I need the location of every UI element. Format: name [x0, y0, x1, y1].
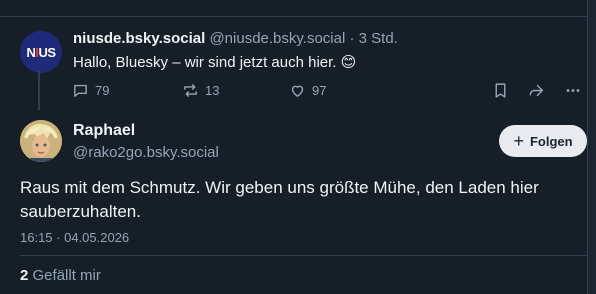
- reply-timestamp[interactable]: 16:15 · 04.05.2026: [20, 230, 129, 245]
- likes-stat[interactable]: 2 Gefällt mir: [20, 267, 101, 284]
- reply-author-name[interactable]: Raphael: [73, 122, 135, 140]
- post-header: niusde.bsky.social @niusde.bsky.social ·…: [73, 30, 398, 47]
- repost-button[interactable]: 13: [182, 82, 219, 99]
- post-author-handle[interactable]: @niusde.bsky.social: [209, 30, 345, 47]
- top-divider: [0, 0, 587, 17]
- speech-bubble-icon: [74, 84, 87, 97]
- reply-text: Raus mit dem Schmutz. Wir geben uns größ…: [20, 178, 539, 221]
- reply-author-handle[interactable]: @rako2go.bsky.social: [73, 144, 219, 161]
- bookmark-button[interactable]: [493, 82, 508, 99]
- post-author-name[interactable]: niusde.bsky.social: [73, 30, 205, 47]
- avatar-raphael[interactable]: [20, 120, 62, 162]
- post-actions: 79 13 97: [72, 82, 582, 100]
- thread-connector: [38, 70, 40, 110]
- follow-button[interactable]: + Folgen: [499, 125, 587, 157]
- repost-count: 13: [205, 83, 220, 98]
- avatar-nius[interactable]: NIUS: [20, 31, 62, 73]
- avatar-portrait: [20, 120, 62, 162]
- scrollbar[interactable]: [587, 0, 596, 294]
- post-text: Hallo, Bluesky – wir sind jetzt auch hie…: [73, 54, 357, 71]
- post-time[interactable]: 3 Std.: [359, 30, 398, 47]
- share-button[interactable]: [527, 82, 545, 99]
- reply-count: 79: [95, 83, 110, 98]
- like-button[interactable]: 97: [289, 82, 326, 99]
- plus-icon: +: [513, 130, 524, 151]
- stats-divider: [20, 255, 587, 256]
- like-count: 97: [312, 83, 327, 98]
- follow-label: Folgen: [529, 133, 573, 149]
- likes-stat-count: 2: [20, 267, 29, 284]
- avatar-logo-text: NIUS: [26, 44, 56, 60]
- separator-dot: ·: [349, 30, 355, 47]
- reply-button[interactable]: 79: [72, 82, 109, 99]
- repost-icon: [184, 84, 197, 97]
- more-button[interactable]: [564, 82, 582, 99]
- heart-icon: [291, 85, 304, 97]
- share-arrow-icon: [529, 84, 544, 97]
- more-dots-icon: [566, 89, 580, 92]
- likes-stat-label: Gefällt mir: [32, 267, 101, 284]
- bookmark-icon: [495, 83, 506, 98]
